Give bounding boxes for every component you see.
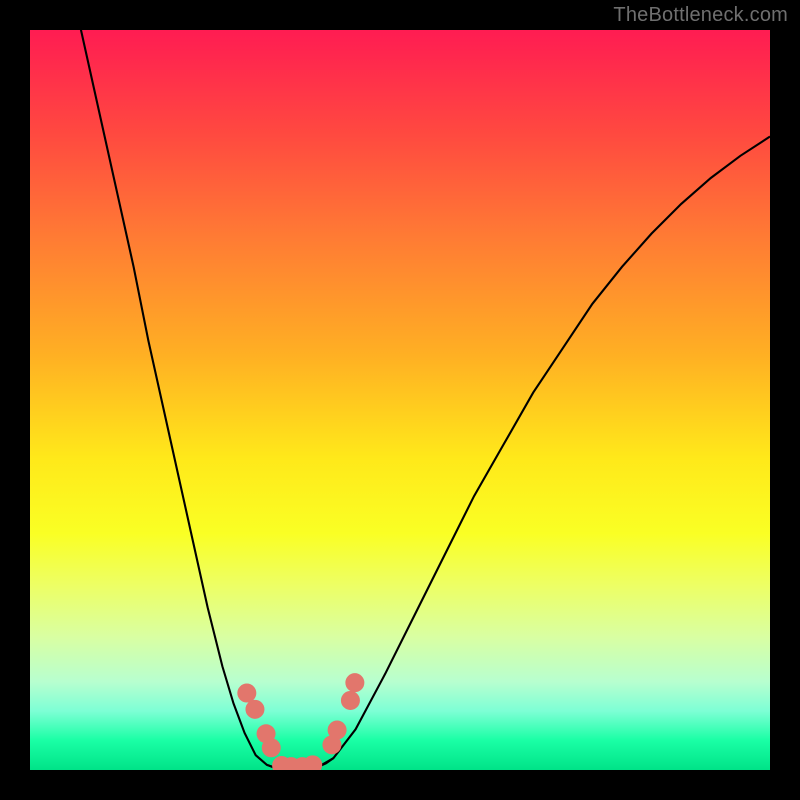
marker-dot bbox=[328, 721, 347, 740]
marker-dot bbox=[341, 691, 360, 710]
chart-svg bbox=[30, 30, 770, 770]
curve-right-branch bbox=[319, 137, 770, 767]
marker-dot bbox=[303, 755, 322, 770]
curve-left-branch bbox=[74, 30, 278, 769]
marker-dot bbox=[345, 673, 364, 692]
plot-area bbox=[30, 30, 770, 770]
curve-group bbox=[74, 30, 770, 769]
marker-dot bbox=[245, 700, 264, 719]
watermark-text: TheBottleneck.com bbox=[613, 4, 788, 27]
marker-dot bbox=[237, 684, 256, 703]
marker-dot bbox=[262, 738, 281, 757]
chart-frame: TheBottleneck.com bbox=[0, 0, 800, 800]
